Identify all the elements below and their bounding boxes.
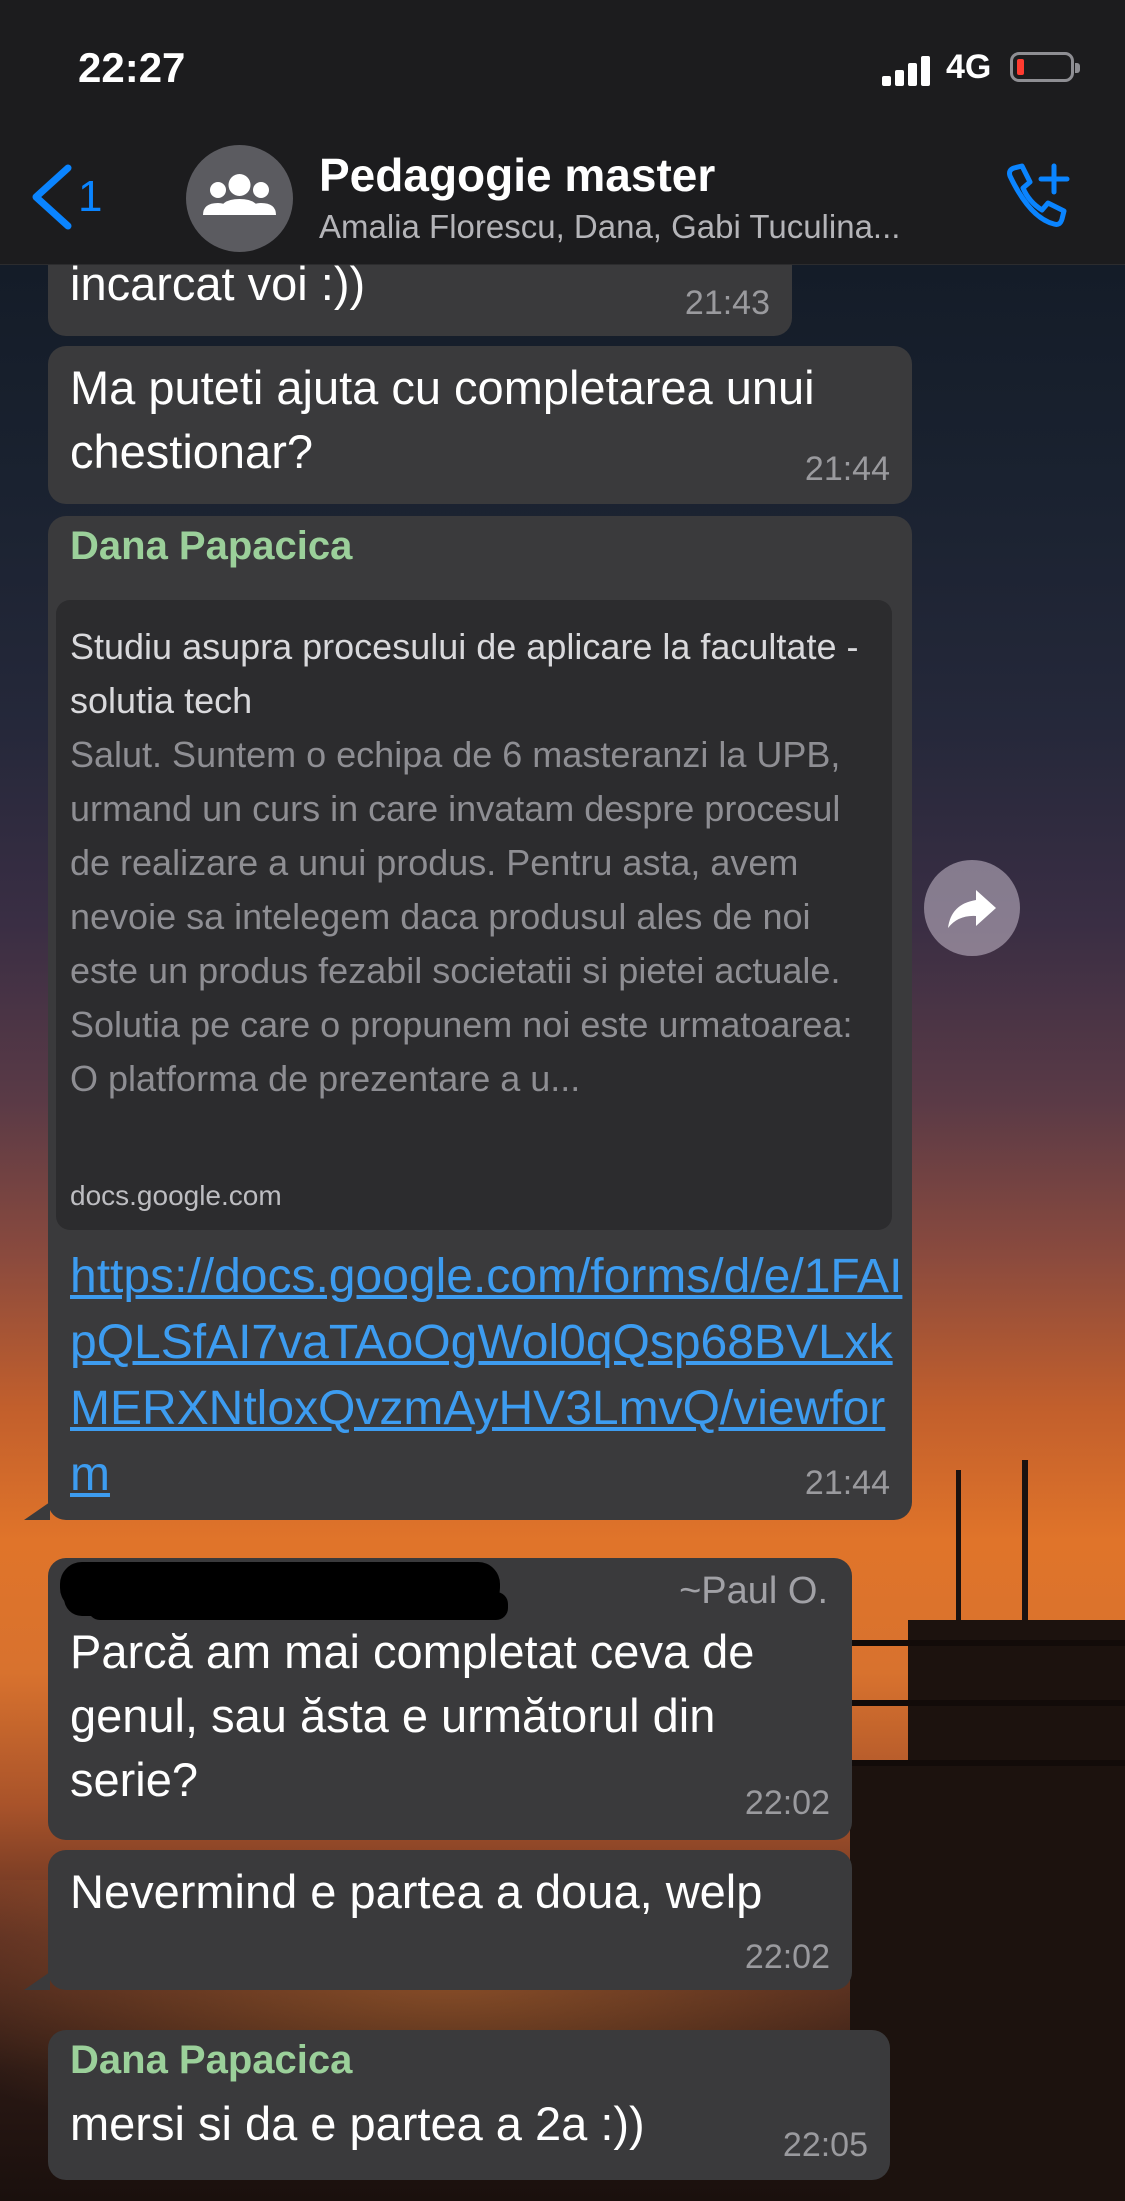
navigation-header: 22:27 4G 1 Pedagogie master Amalia Flore…	[0, 0, 1125, 265]
group-avatar[interactable]	[186, 145, 293, 252]
forward-button[interactable]	[924, 860, 1020, 956]
sender-name[interactable]: Dana Papacica	[70, 2038, 352, 2083]
link-message-bubble[interactable]: Dana Papacica Studiu asupra procesului d…	[48, 516, 912, 1520]
status-time: 22:27	[78, 44, 186, 91]
group-icon	[203, 174, 276, 215]
message-time: 22:02	[744, 1784, 830, 1822]
link-preview-description: Salut. Suntem o echipa de 6 masteranzi l…	[70, 734, 853, 1099]
chat-participants[interactable]: Amalia Florescu, Dana, Gabi Tuculina...	[319, 208, 900, 246]
message-text: Parcă am mai completat ceva de genul, sa…	[70, 1625, 755, 1806]
message-bubble[interactable]: Nevermind e partea a doua, welp 22:02	[48, 1850, 852, 1990]
network-type: 4G	[946, 48, 992, 86]
message-link[interactable]: https://docs.google.com/forms/d/e/1FAIpQ…	[70, 1244, 910, 1508]
redacted-phone-number	[60, 1562, 500, 1610]
link-preview-title: Studiu asupra procesului de aplicare la …	[70, 626, 859, 721]
bubble-tail	[24, 1972, 50, 1990]
chat-title[interactable]: Pedagogie master	[319, 148, 715, 202]
message-text: Ma puteti ajuta cu completarea unui ches…	[70, 361, 815, 478]
unread-count[interactable]: 1	[78, 172, 102, 222]
message-time: 22:02	[744, 1938, 830, 1976]
add-call-button[interactable]	[996, 158, 1076, 238]
share-arrow-icon	[948, 890, 996, 928]
signal-icon	[882, 54, 932, 86]
message-text: mersi si da e partea a 2a :))	[70, 2097, 645, 2150]
battery-icon	[1010, 52, 1080, 82]
message-bubble[interactable]: Ma puteti ajuta cu completarea unui ches…	[48, 346, 912, 504]
bubble-tail	[24, 1502, 50, 1520]
wallpaper-railing	[850, 1700, 1125, 1706]
wallpaper-building-roof	[850, 1760, 1125, 2201]
message-text: Nevermind e partea a doua, welp	[70, 1865, 763, 1918]
wallpaper-railing	[850, 1640, 1125, 1646]
link-preview-card[interactable]: Studiu asupra procesului de aplicare la …	[56, 600, 892, 1230]
phone-plus-icon	[1007, 163, 1070, 227]
sender-name[interactable]: ~Paul O.	[679, 1570, 828, 1613]
link-preview-domain: docs.google.com	[70, 1180, 282, 1211]
message-time: 21:44	[804, 450, 890, 488]
sender-name[interactable]: Dana Papacica	[70, 524, 352, 569]
message-time: 21:43	[684, 284, 770, 322]
wallpaper-railing	[850, 1760, 1125, 1766]
message-time: 21:44	[804, 1464, 890, 1502]
message-time: 22:05	[782, 2126, 868, 2164]
message-bubble[interactable]: Dana Papacica mersi si da e partea a 2a …	[48, 2030, 890, 2180]
